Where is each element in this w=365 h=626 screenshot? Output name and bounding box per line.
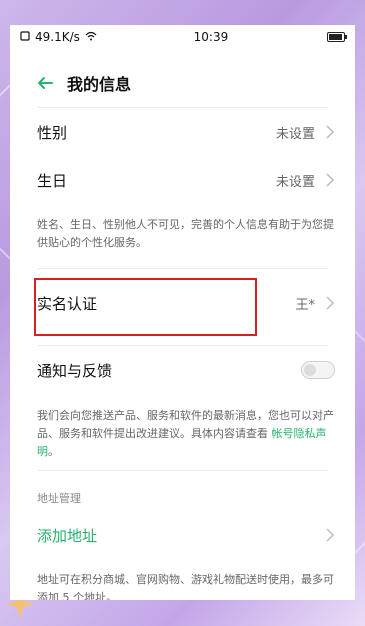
- status-bar: 49.1K/s 10:39: [10, 25, 355, 49]
- row-add-address[interactable]: 添加地址: [37, 515, 335, 555]
- row-gender[interactable]: 性别 未设置: [37, 112, 335, 152]
- add-address-label: 添加地址: [37, 526, 98, 545]
- chevron-right-icon: [326, 173, 335, 187]
- divider: [37, 107, 328, 108]
- gender-label: 性别: [37, 123, 68, 142]
- divider: [37, 470, 328, 471]
- network-speed: 49.1K/s: [35, 30, 80, 44]
- page-header: 我的信息: [10, 65, 355, 101]
- wifi-icon: [85, 30, 97, 44]
- divider: [37, 345, 328, 346]
- highlight-annotation-box: [34, 278, 257, 336]
- notify-toggle[interactable]: [301, 361, 335, 379]
- notify-label: 通知与反馈: [37, 361, 113, 380]
- signal-icon: [20, 30, 30, 44]
- row-notify-feedback: 通知与反馈: [37, 350, 335, 390]
- battery-icon: [326, 32, 347, 42]
- birthday-label: 生日: [37, 171, 68, 190]
- verification-value: 王*: [295, 297, 315, 313]
- phone-screen: 49.1K/s 10:39 我的信息 性别 未设置 生日 未设置 姓名、生日、性…: [10, 25, 355, 600]
- chevron-right-icon: [326, 528, 335, 542]
- birthday-value: 未设置: [275, 174, 315, 190]
- gender-value: 未设置: [275, 126, 315, 142]
- row-birthday[interactable]: 生日 未设置: [37, 160, 335, 200]
- divider: [37, 268, 328, 269]
- profile-privacy-note: 姓名、生日、性别他人不可见，完善的个人信息有助于为您提供贴心的个性化服务。: [37, 218, 334, 249]
- chevron-right-icon: [326, 125, 335, 139]
- address-section-title: 地址管理: [37, 492, 81, 505]
- back-arrow-icon[interactable]: [35, 73, 55, 93]
- address-note: 地址可在积分商城、官网购物、游戏礼物配送时使用，最多可添加 5 个地址。: [37, 573, 334, 600]
- chevron-right-icon: [326, 296, 335, 310]
- clock: 10:39: [193, 30, 229, 44]
- page-title: 我的信息: [67, 75, 132, 94]
- notify-note: 我们会向您推送产品、服务和软件的最新消息，您也可以对产品、服务和软件提出改进建议…: [37, 409, 334, 458]
